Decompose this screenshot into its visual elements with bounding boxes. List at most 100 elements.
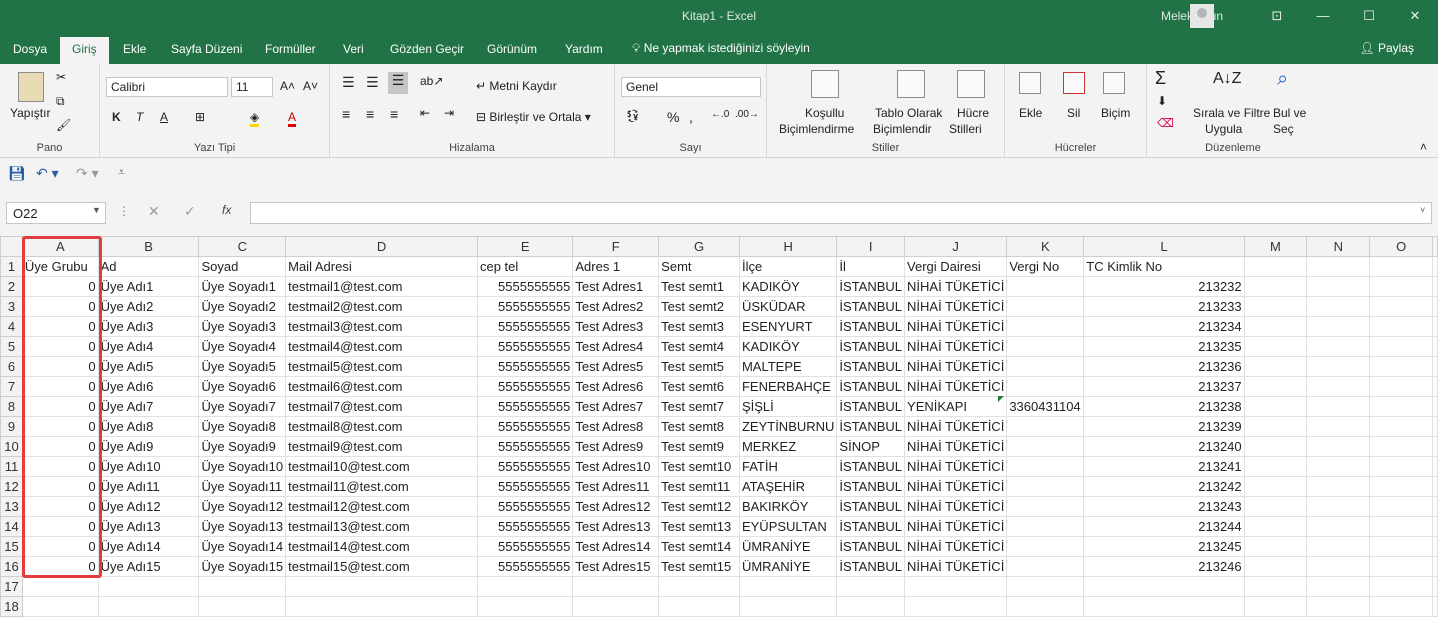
cell[interactable]: Test semt3: [658, 316, 740, 337]
column-header-e[interactable]: E: [476, 236, 574, 257]
cell[interactable]: [1306, 516, 1371, 537]
cell[interactable]: [1306, 276, 1371, 297]
cell[interactable]: FENERBAHÇE: [738, 376, 838, 397]
tab-dosya[interactable]: Dosya: [13, 42, 47, 56]
insert-cells-button[interactable]: Ekle: [1019, 106, 1042, 120]
cell[interactable]: [1369, 436, 1433, 457]
cell[interactable]: 5555555555: [476, 336, 574, 357]
cell[interactable]: Test semt2: [658, 296, 740, 317]
cell[interactable]: [738, 596, 838, 617]
cell[interactable]: [97, 576, 200, 597]
cell[interactable]: Ad: [97, 256, 200, 277]
name-box-dropdown-icon[interactable]: ▼: [92, 205, 101, 215]
close-button[interactable]: ✕: [1400, 8, 1430, 24]
redo-icon[interactable]: ↷ ▾: [76, 165, 99, 182]
column-header-a[interactable]: A: [21, 236, 99, 257]
cell[interactable]: Üye Soyadı14: [198, 536, 287, 557]
cell[interactable]: Üye Adı8: [97, 416, 200, 437]
select-all-corner[interactable]: [0, 236, 23, 257]
cell[interactable]: [1306, 356, 1371, 377]
cell[interactable]: [1006, 436, 1085, 457]
cell[interactable]: Test Adres12: [572, 496, 660, 517]
cell[interactable]: 0: [21, 496, 99, 517]
cell[interactable]: [1369, 456, 1433, 477]
cell[interactable]: [1243, 356, 1308, 377]
cell[interactable]: ŞİŞLİ: [738, 396, 838, 417]
collapse-ribbon-icon[interactable]: ˄: [1420, 140, 1427, 154]
column-header-c[interactable]: C: [198, 236, 287, 257]
column-header-n[interactable]: N: [1306, 236, 1371, 257]
cell-styles-label-2[interactable]: Stilleri: [949, 122, 982, 136]
name-box[interactable]: O22: [6, 202, 106, 224]
fill-icon[interactable]: ⬇: [1157, 94, 1167, 108]
cell[interactable]: Test Adres15: [572, 556, 660, 577]
tell-me-search[interactable]: 💡︎ Ne yapmak istediğinizi söyleyin: [632, 41, 810, 56]
cell[interactable]: [1006, 496, 1085, 517]
cell[interactable]: NİHAİ TÜKETİCİ: [904, 516, 1008, 537]
enter-icon[interactable]: ✓: [184, 203, 196, 220]
cell[interactable]: Üye Soyadı5: [198, 356, 287, 377]
cell[interactable]: Test semt13: [658, 516, 740, 537]
cell[interactable]: 213235: [1083, 336, 1245, 357]
cell[interactable]: [1243, 516, 1308, 537]
conditional-formatting-icon[interactable]: [811, 70, 839, 98]
cell[interactable]: testmail2@test.com: [285, 296, 478, 317]
row-header[interactable]: 8: [0, 396, 23, 417]
font-color-icon[interactable]: A: [288, 110, 297, 127]
cell[interactable]: [1083, 576, 1245, 597]
cell[interactable]: 5555555555: [476, 296, 574, 317]
cell[interactable]: [1006, 416, 1085, 437]
cell[interactable]: 0: [21, 276, 99, 297]
cell[interactable]: [1369, 376, 1433, 397]
decrease-font-icon[interactable]: A˅: [303, 79, 318, 93]
cell[interactable]: [1369, 276, 1433, 297]
align-bottom-icon[interactable]: ☰: [388, 72, 408, 94]
cell[interactable]: 0: [21, 476, 99, 497]
tab-gorunum[interactable]: Görünüm: [487, 42, 537, 56]
row-header[interactable]: 17: [0, 576, 23, 597]
cell[interactable]: Test Adres9: [572, 436, 660, 457]
cell[interactable]: ÜMRANİYE: [738, 536, 838, 557]
cell[interactable]: İSTANBUL: [836, 336, 906, 357]
cell[interactable]: 0: [21, 416, 99, 437]
cell[interactable]: Üye Adı4: [97, 336, 200, 357]
format-cells-icon[interactable]: [1103, 72, 1125, 94]
cell[interactable]: [1306, 456, 1371, 477]
cell[interactable]: [1006, 596, 1085, 617]
sort-filter-icon[interactable]: A↓Z: [1213, 70, 1241, 88]
cell[interactable]: Soyad: [198, 256, 287, 277]
cell[interactable]: Üye Adı1: [97, 276, 200, 297]
cell[interactable]: Test Adres8: [572, 416, 660, 437]
cell[interactable]: ÜSKÜDAR: [738, 296, 838, 317]
cell[interactable]: [1243, 376, 1308, 397]
cell[interactable]: ESENYURT: [738, 316, 838, 337]
cell[interactable]: 0: [21, 376, 99, 397]
cell[interactable]: [1243, 476, 1308, 497]
cell[interactable]: BAKIRKÖY: [738, 496, 838, 517]
cell[interactable]: İSTANBUL: [836, 396, 906, 417]
cell[interactable]: Üye Adı7: [97, 396, 200, 417]
cell[interactable]: İSTANBUL: [836, 536, 906, 557]
cell[interactable]: testmail11@test.com: [285, 476, 478, 497]
cell[interactable]: 5555555555: [476, 276, 574, 297]
cell[interactable]: Test Adres13: [572, 516, 660, 537]
cell[interactable]: ÜMRANİYE: [738, 556, 838, 577]
cell[interactable]: İSTANBUL: [836, 276, 906, 297]
cell[interactable]: [1306, 496, 1371, 517]
cell[interactable]: NİHAİ TÜKETİCİ: [904, 496, 1008, 517]
cell[interactable]: 213236: [1083, 356, 1245, 377]
cell[interactable]: ATAŞEHİR: [738, 476, 838, 497]
cell[interactable]: [1243, 596, 1308, 617]
cell[interactable]: [1243, 256, 1308, 277]
cell[interactable]: testmail5@test.com: [285, 356, 478, 377]
row-header[interactable]: 3: [0, 296, 23, 317]
cell[interactable]: YENİKAPI: [904, 396, 1008, 417]
cell[interactable]: [1306, 576, 1371, 597]
cell[interactable]: [1369, 536, 1433, 557]
cell[interactable]: Üye Adı9: [97, 436, 200, 457]
cell[interactable]: testmail3@test.com: [285, 316, 478, 337]
cell[interactable]: 5555555555: [476, 456, 574, 477]
row-header[interactable]: 18: [0, 596, 23, 617]
cell[interactable]: Üye Soyadı1: [198, 276, 287, 297]
cell-styles-label-1[interactable]: Hücre: [957, 106, 989, 120]
